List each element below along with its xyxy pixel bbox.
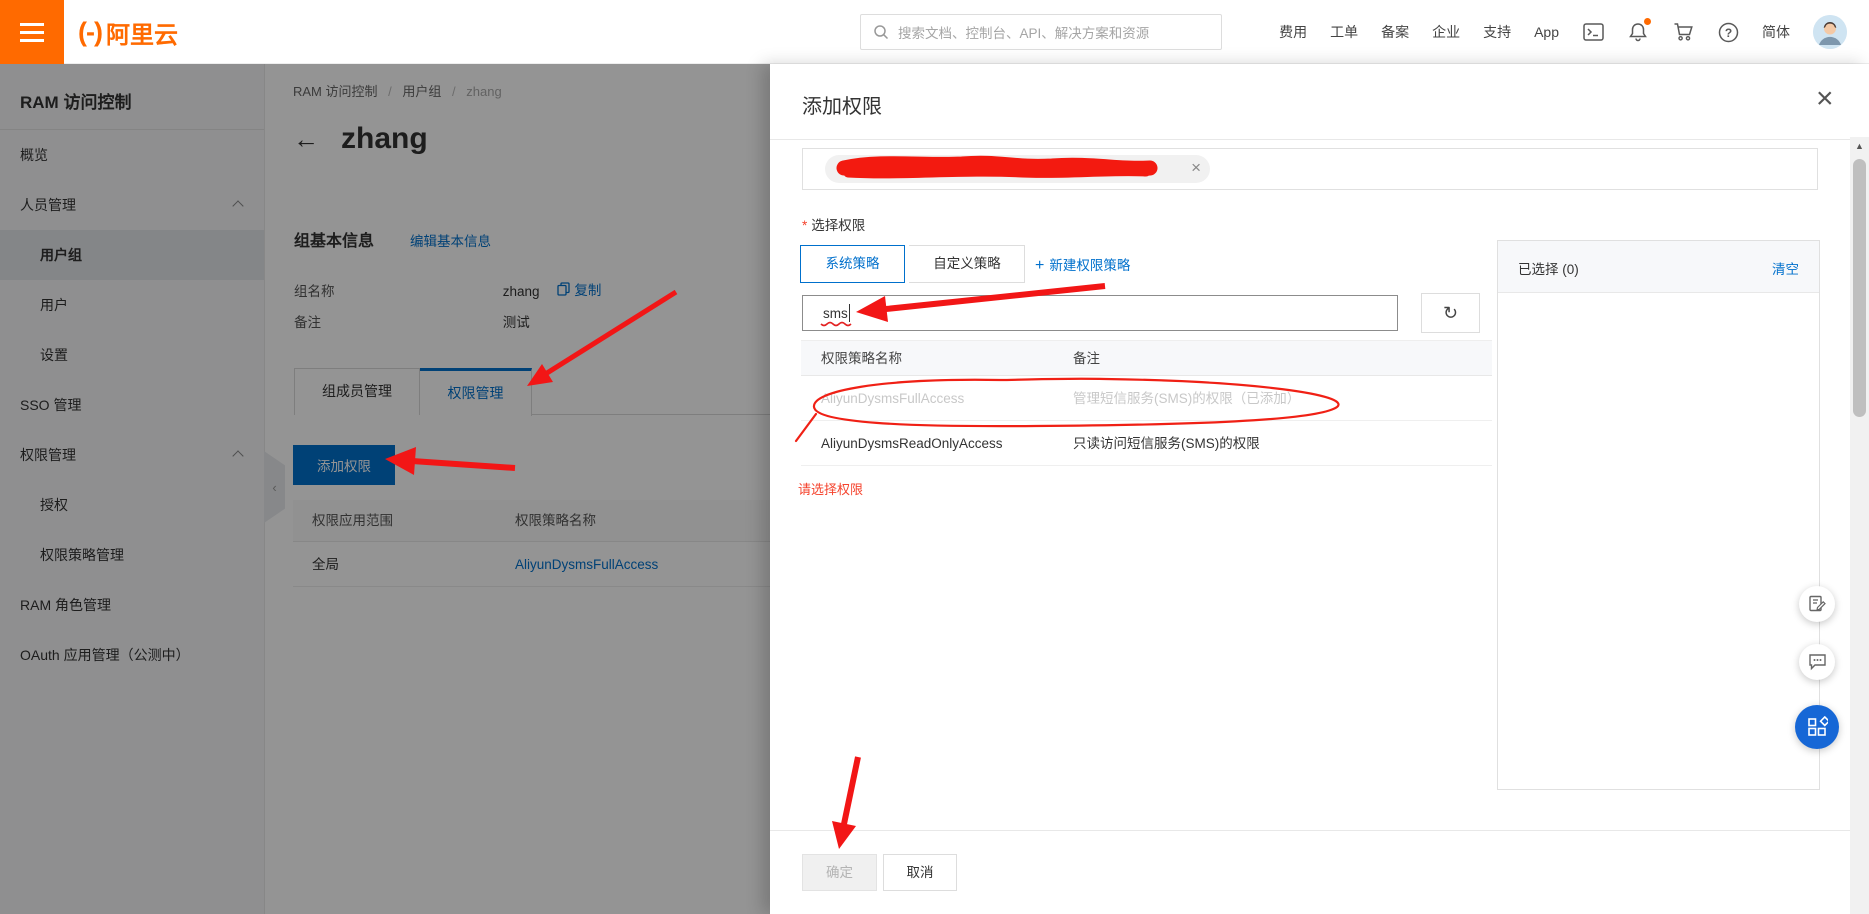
chat-bubble-icon: [1808, 654, 1826, 671]
validation-error-text: 请选择权限: [798, 482, 864, 497]
drawer-title: 添加权限: [802, 96, 882, 118]
cart-icon[interactable]: [1672, 21, 1694, 43]
nav-item-tickets[interactable]: 工单: [1330, 22, 1358, 42]
principal-redacted-fragment2: ly: [1117, 162, 1127, 176]
policy-name-cell: AliyunDysmsFullAccess: [821, 391, 965, 406]
policy-table: 权限策略名称 备注 AliyunDysmsFullAccess 管理短信服务(S…: [801, 340, 1492, 466]
column-header-remark: 备注: [1073, 351, 1100, 366]
tab-custom-policy[interactable]: 自定义策略: [909, 245, 1026, 283]
modal-backdrop[interactable]: [0, 64, 770, 914]
drawer-scrollbar[interactable]: ▲: [1850, 137, 1869, 914]
plus-icon: +: [1035, 257, 1045, 274]
search-placeholder: 搜索文档、控制台、API、解决方案和资源: [898, 26, 1150, 41]
search-icon: [874, 25, 889, 40]
refresh-button[interactable]: ↻: [1421, 293, 1480, 333]
principal-redacted-fragment: 0070075: [993, 162, 1049, 176]
svg-text:?: ?: [1724, 25, 1731, 39]
drawer-header: 添加权限 ×: [770, 64, 1869, 140]
nav-item-icp[interactable]: 备案: [1381, 22, 1409, 42]
policy-type-tabs: 系统策略 自定义策略: [800, 245, 1026, 283]
hamburger-menu-button[interactable]: [0, 0, 64, 64]
aliyun-logo-text: 阿里云: [105, 21, 178, 49]
user-avatar[interactable]: [1813, 15, 1847, 49]
policy-row-dysms-full: AliyunDysmsFullAccess 管理短信服务(SMS)的权限（已添加…: [801, 376, 1492, 421]
text-caret: [848, 304, 851, 322]
aliyun-logo-mark: (-): [78, 16, 103, 47]
principal-select-box[interactable]: 0070075 ly ×: [802, 148, 1818, 190]
scroll-up-arrow-icon[interactable]: ▲: [1850, 141, 1869, 151]
nav-item-app[interactable]: App: [1534, 24, 1559, 40]
scrollbar-thumb[interactable]: [1853, 159, 1866, 417]
required-mark: *: [802, 218, 808, 233]
cloudshell-icon[interactable]: [1582, 21, 1604, 43]
policy-search-input[interactable]: sms: [802, 295, 1398, 331]
aliyun-logo[interactable]: (-) 阿里云: [78, 0, 178, 64]
selected-policies-panel: 已选择 (0) 清空: [1497, 240, 1820, 790]
apps-grid-icon: [1808, 716, 1828, 736]
nav-item-support[interactable]: 支持: [1483, 22, 1511, 42]
feedback-chat-button[interactable]: [1799, 644, 1835, 680]
new-policy-link[interactable]: + 新建权限策略: [1035, 254, 1130, 275]
nav-item-locale[interactable]: 简体: [1762, 22, 1790, 42]
mini-apps-button[interactable]: [1795, 705, 1839, 749]
clear-selection-link[interactable]: 清空: [1772, 258, 1799, 278]
nav-item-billing[interactable]: 费用: [1279, 22, 1307, 42]
feedback-survey-button[interactable]: [1799, 586, 1835, 622]
drawer-footer: 确定 取消: [770, 830, 1869, 914]
selected-count: (0): [1562, 262, 1579, 277]
tab-system-policy[interactable]: 系统策略: [800, 245, 905, 283]
column-header-policy-name: 权限策略名称: [821, 351, 902, 366]
notification-badge-dot: [1644, 18, 1651, 25]
policy-remark-cell: 管理短信服务(SMS)的权限（已添加）: [1073, 391, 1301, 406]
top-navbar: (-) 阿里云 搜索文档、控制台、API、解决方案和资源 费用 工单 备案 企业…: [0, 0, 1869, 64]
policy-row-dysms-readonly[interactable]: AliyunDysmsReadOnlyAccess 只读访问短信服务(SMS)的…: [801, 421, 1492, 466]
select-permission-label: * 选择权限: [802, 218, 866, 233]
help-icon[interactable]: ?: [1717, 21, 1739, 43]
cancel-button[interactable]: 取消: [883, 854, 957, 891]
principal-tag: 0070075 ly ×: [825, 155, 1210, 183]
selected-count-label: 已选择 (0): [1518, 262, 1579, 277]
notifications-bell-icon[interactable]: [1627, 18, 1651, 43]
global-search-input[interactable]: 搜索文档、控制台、API、解决方案和资源: [860, 14, 1222, 50]
confirm-button[interactable]: 确定: [802, 854, 877, 891]
refresh-icon: ↻: [1442, 303, 1459, 323]
add-permission-drawer: 添加权限 × 0070075 ly × * 选择权限 系统策略 自定义策略 + 新建…: [770, 64, 1869, 914]
remove-tag-icon[interactable]: ×: [1191, 158, 1201, 178]
survey-pencil-icon: [1809, 595, 1826, 612]
nav-item-enterprise[interactable]: 企业: [1432, 22, 1460, 42]
policy-remark-cell: 只读访问短信服务(SMS)的权限: [1073, 436, 1260, 451]
close-icon[interactable]: ×: [1816, 84, 1834, 114]
policy-name-cell: AliyunDysmsReadOnlyAccess: [821, 436, 1003, 451]
policy-search-value: sms: [823, 305, 848, 321]
